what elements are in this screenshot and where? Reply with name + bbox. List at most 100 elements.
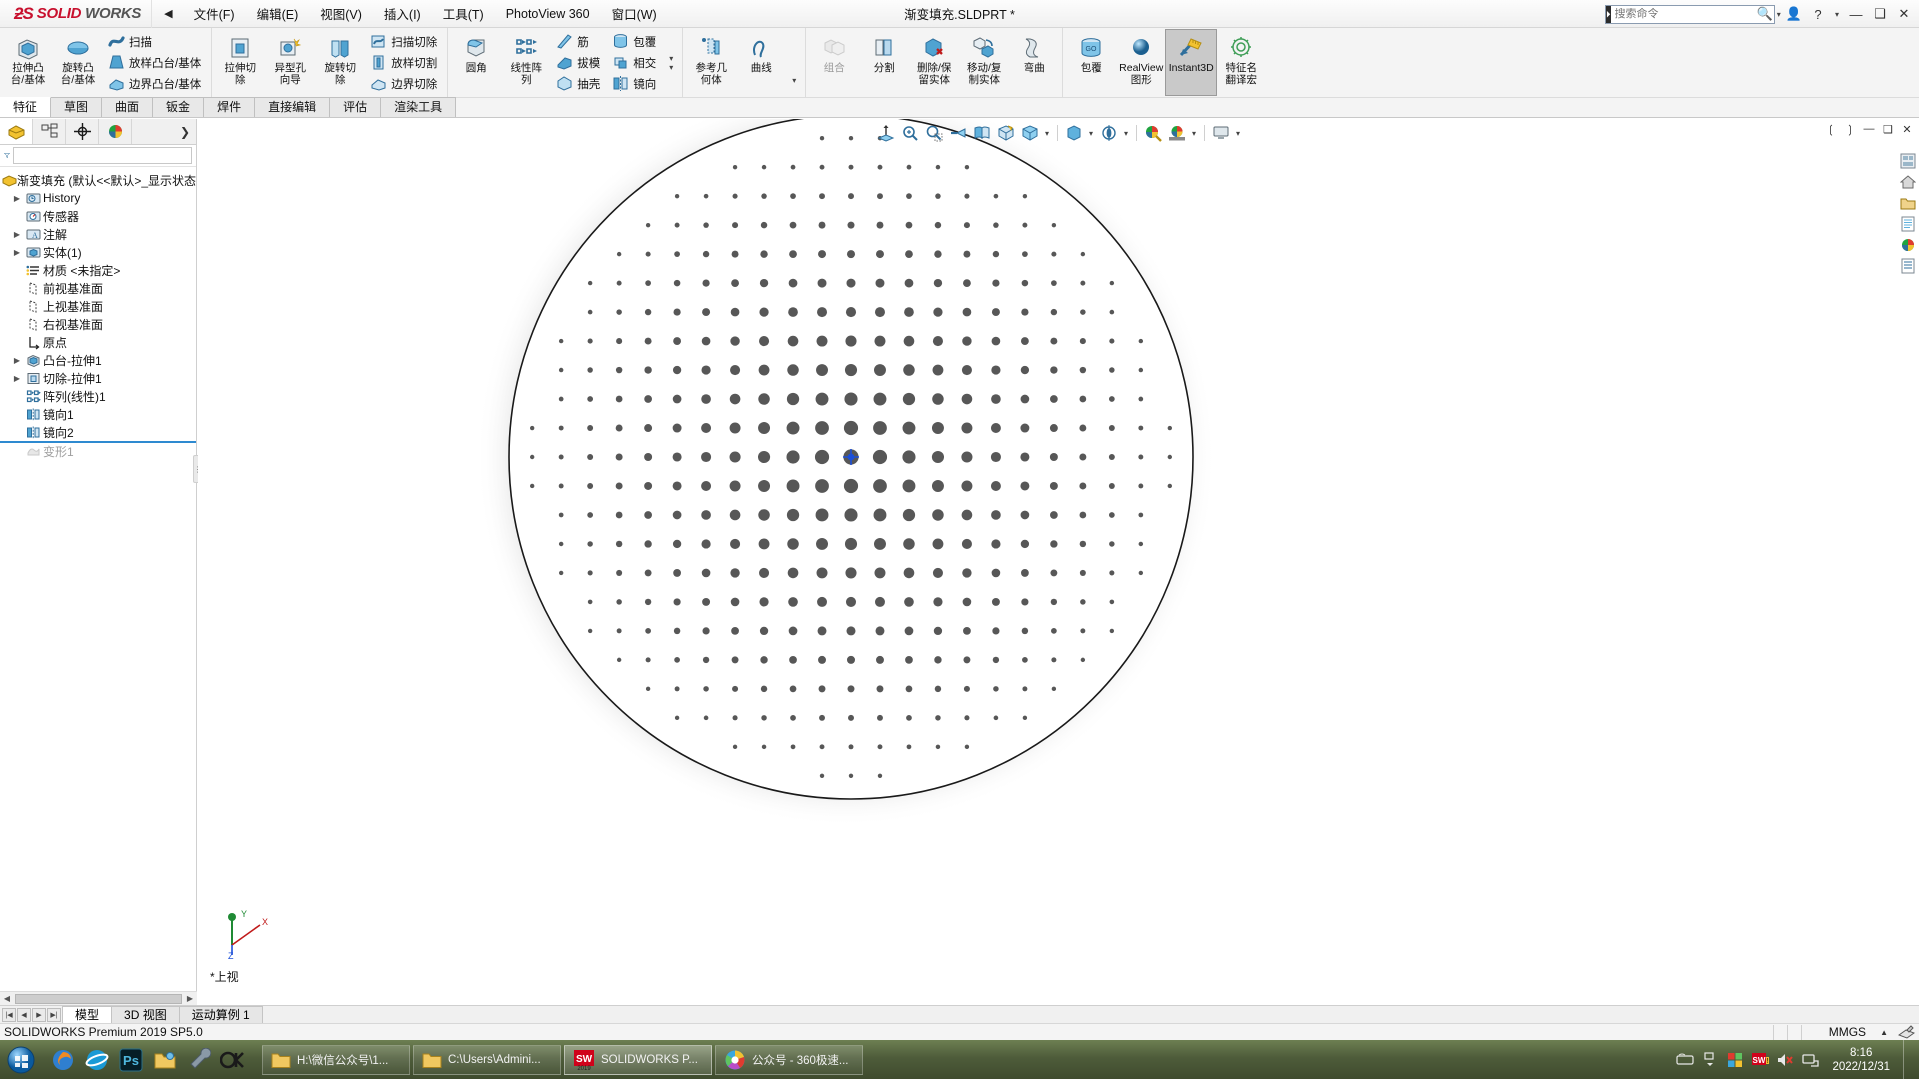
hole[interactable] — [702, 627, 710, 635]
hole[interactable] — [587, 396, 594, 402]
hole[interactable] — [1050, 337, 1058, 345]
boundary-cut-button[interactable]: 边界切除 — [367, 73, 442, 94]
hole[interactable] — [761, 744, 767, 750]
hole[interactable] — [729, 480, 741, 492]
tab-sheetmetal[interactable]: 钣金 — [152, 97, 205, 117]
hole[interactable] — [615, 395, 623, 403]
hole[interactable] — [1167, 483, 1173, 489]
hole[interactable] — [1051, 222, 1057, 228]
tree-item-part-root[interactable]: 渐变填充 (默认<<默认>_显示状态 1>) — [0, 171, 217, 189]
hole[interactable] — [962, 568, 972, 578]
hole[interactable] — [730, 597, 740, 607]
hole[interactable] — [645, 628, 651, 634]
extrude-boss-button[interactable]: 拉伸凸 台/基体 — [3, 30, 53, 95]
hole[interactable] — [1108, 512, 1115, 518]
hole[interactable] — [789, 250, 797, 258]
hole[interactable] — [644, 308, 652, 316]
hole[interactable] — [615, 511, 623, 519]
hole[interactable] — [1079, 511, 1087, 519]
volume-muted-icon[interactable] — [1776, 1051, 1794, 1069]
task-folder-users[interactable]: C:\Users\Admini... — [413, 1044, 561, 1075]
hole[interactable] — [874, 567, 886, 579]
tree-item-cut-extrude1[interactable]: ▶ 切除-拉伸1 — [0, 369, 196, 387]
ie-icon[interactable] — [82, 1045, 112, 1075]
hole[interactable] — [1080, 309, 1086, 315]
hole[interactable] — [905, 221, 913, 229]
hole[interactable] — [644, 452, 653, 462]
tree-expander[interactable]: ▶ — [10, 194, 24, 203]
hole[interactable] — [845, 307, 857, 318]
hole[interactable] — [615, 424, 623, 432]
hole[interactable] — [844, 537, 858, 551]
tree-expander[interactable]: ▶ — [10, 230, 24, 239]
tree-item-mirror2[interactable]: 镜向2 — [0, 423, 196, 441]
hole[interactable] — [1109, 599, 1115, 605]
boundary-boss-button[interactable]: 边界凸台/基体 — [105, 73, 206, 94]
scroll-thumb[interactable] — [15, 993, 182, 1004]
revolve-boss-button[interactable]: 旋转凸 台/基体 — [53, 30, 103, 95]
features-dropdown-caret-2[interactable]: ▾ — [665, 63, 677, 72]
hole[interactable] — [790, 714, 796, 721]
hole[interactable] — [1080, 280, 1086, 286]
tree-item-top-plane[interactable]: 上视基准面 — [0, 297, 196, 315]
model-geometry[interactable] — [198, 119, 1919, 1005]
hole[interactable] — [877, 164, 883, 170]
hole[interactable] — [673, 337, 681, 345]
hole[interactable] — [1020, 365, 1030, 375]
hole[interactable] — [1051, 657, 1057, 663]
hole[interactable] — [730, 568, 740, 578]
hole[interactable] — [732, 193, 738, 199]
tree-expander[interactable]: ▶ — [10, 356, 24, 365]
scroll-right-arrow[interactable]: ▶ — [183, 994, 197, 1003]
hole[interactable] — [845, 567, 857, 579]
hole[interactable] — [616, 251, 622, 257]
hole[interactable] — [672, 423, 682, 433]
hole[interactable] — [934, 221, 942, 229]
hole[interactable] — [961, 480, 973, 492]
hole[interactable] — [819, 773, 825, 779]
hole[interactable] — [845, 335, 857, 347]
hole[interactable] — [961, 538, 972, 549]
hole[interactable] — [1049, 424, 1058, 432]
hole[interactable] — [990, 480, 1001, 491]
hole[interactable] — [906, 164, 912, 170]
hole[interactable] — [877, 193, 883, 200]
hole[interactable] — [1080, 599, 1086, 605]
hole[interactable] — [991, 394, 1001, 404]
hole[interactable] — [905, 656, 913, 664]
hole[interactable] — [1020, 481, 1030, 491]
hole[interactable] — [702, 597, 711, 606]
hole[interactable] — [991, 539, 1001, 549]
hole[interactable] — [990, 451, 1001, 463]
hole[interactable] — [1109, 309, 1115, 315]
hole[interactable] — [616, 657, 622, 663]
hole[interactable] — [934, 656, 942, 664]
hole[interactable] — [758, 422, 771, 434]
hole[interactable] — [1022, 715, 1028, 721]
hole[interactable] — [1138, 570, 1144, 576]
user-account-icon[interactable]: 👤 — [1783, 6, 1805, 22]
hole[interactable] — [729, 393, 741, 405]
hole[interactable] — [872, 449, 888, 465]
hole[interactable] — [529, 425, 535, 431]
hole[interactable] — [1050, 569, 1058, 577]
bottom-tab-motion-study[interactable]: 运动算例 1 — [178, 1005, 263, 1024]
menu-tools[interactable]: 工具(T) — [432, 0, 495, 27]
shell-button[interactable]: 抽壳 — [553, 73, 605, 94]
display-manager-tab[interactable] — [99, 119, 132, 144]
tree-item-boss-extrude1[interactable]: ▶ 凸台-拉伸1 — [0, 351, 196, 369]
hole[interactable] — [789, 221, 797, 229]
hole[interactable] — [587, 570, 593, 576]
reference-geometry-button[interactable]: 参考几 何体 — [686, 30, 736, 95]
hole[interactable] — [1109, 541, 1115, 547]
hole[interactable] — [1022, 251, 1028, 257]
hole[interactable] — [760, 656, 768, 664]
hole[interactable] — [992, 250, 1000, 258]
hole[interactable] — [587, 628, 593, 634]
hole[interactable] — [902, 479, 916, 493]
hole[interactable] — [935, 193, 941, 199]
hole[interactable] — [759, 278, 769, 288]
hole[interactable] — [876, 250, 884, 259]
nav-next-button[interactable]: ▶ — [32, 1007, 46, 1022]
hole[interactable] — [1022, 657, 1028, 663]
